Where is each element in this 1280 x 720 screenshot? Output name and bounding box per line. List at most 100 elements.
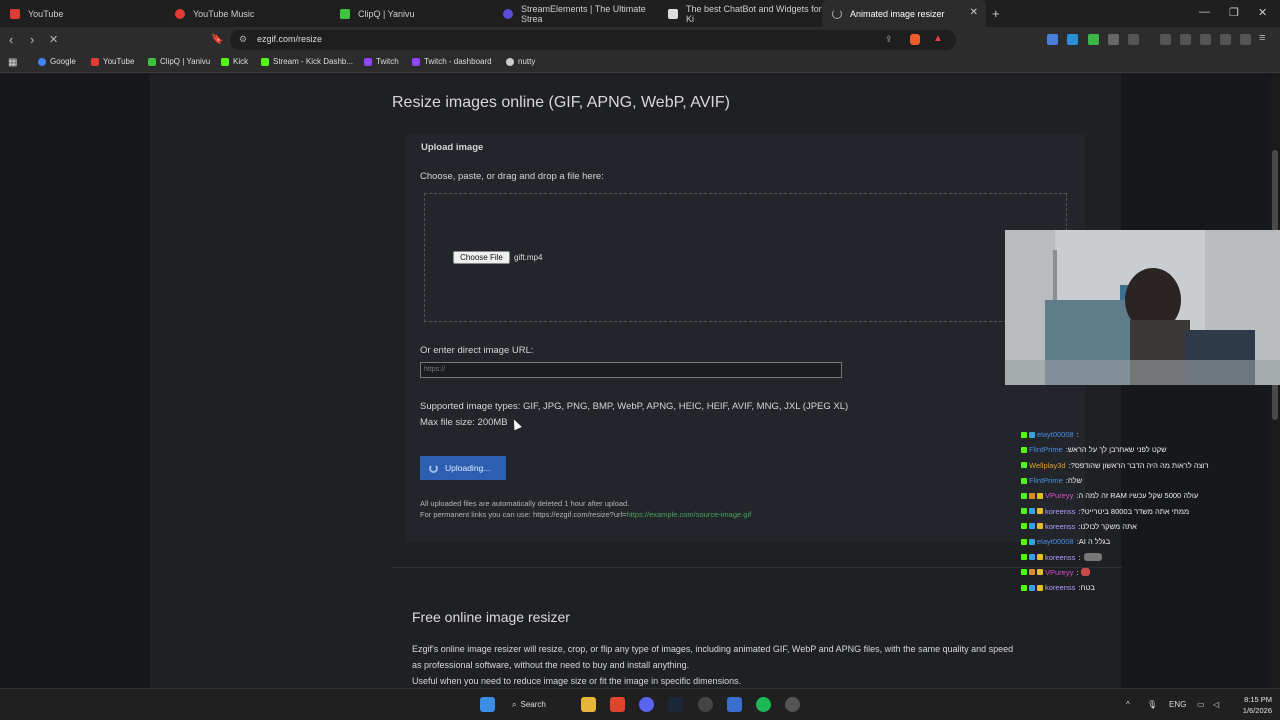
- upload-button[interactable]: Uploading...: [420, 456, 506, 480]
- bookmark-twitch[interactable]: Twitch: [364, 57, 399, 66]
- brave-rewards-icon[interactable]: ▲: [933, 33, 943, 44]
- tab-chatbot[interactable]: The best ChatBot and Widgets for Ki: [658, 0, 823, 27]
- bookmark-label: Twitch: [376, 57, 399, 66]
- menu-icon[interactable]: ≡: [1259, 32, 1265, 44]
- sidebar-icon[interactable]: [1180, 34, 1191, 45]
- description-line-2: as professional software, without the ne…: [412, 660, 690, 670]
- bookmark-clipq[interactable]: ClipQ | Yanivu: [148, 57, 210, 66]
- back-icon[interactable]: ‹: [9, 32, 13, 47]
- omnibox[interactable]: ⚙ ezgif.com/resize ⇪ ▲: [230, 30, 956, 50]
- chat-message: VPureyy:: [1021, 565, 1271, 580]
- bookmark-twitch-dashboard[interactable]: Twitch - dashboard: [412, 57, 492, 66]
- search-icon: ⌕: [512, 699, 517, 709]
- kick-badge-icon: [1021, 446, 1027, 453]
- discord-icon[interactable]: [639, 697, 654, 712]
- tab-animated-image-resizer[interactable]: Animated image resizer ✕: [822, 0, 986, 27]
- file-explorer-icon[interactable]: [581, 697, 596, 712]
- download-icon[interactable]: [1160, 34, 1171, 45]
- brave-browser-icon[interactable]: [610, 697, 625, 712]
- apps-icon[interactable]: ▦: [8, 57, 17, 68]
- bookmark-label: Stream - Kick Dashb...: [273, 57, 354, 66]
- network-icon[interactable]: ▭: [1197, 700, 1205, 709]
- image-url-input[interactable]: https://: [420, 362, 842, 378]
- bookmark-youtube[interactable]: YouTube: [91, 57, 134, 66]
- clipq-icon: [340, 8, 350, 19]
- close-window-button[interactable]: ✕: [1258, 6, 1267, 19]
- tab-label: YouTube Music: [193, 8, 255, 19]
- tab-label: The best ChatBot and Widgets for Ki: [686, 3, 822, 24]
- language-indicator[interactable]: ENG: [1169, 700, 1186, 709]
- upload-button-label: Uploading...: [445, 463, 491, 473]
- vpn-icon[interactable]: [1240, 34, 1251, 45]
- brave-shields-icon[interactable]: [910, 34, 920, 45]
- chat-message: FlintPrime: שלח: [1021, 473, 1271, 488]
- forward-icon[interactable]: ›: [30, 32, 34, 47]
- chat-message: VPureyy: עולה 5000 שקל עכשיו RAM זה למה ה: [1021, 488, 1271, 503]
- tab-streamelements[interactable]: StreamElements | The Ultimate Strea: [493, 0, 658, 27]
- kick-badge-icon: [1021, 584, 1027, 591]
- bookmark-label: Google: [50, 57, 76, 66]
- chat-text: עולה 5000 שקל עכשיו RAM זה למה ה: [1078, 491, 1199, 501]
- maximize-button[interactable]: ❐: [1229, 6, 1239, 19]
- kick-icon: [261, 57, 269, 66]
- gift-badge-icon: [1037, 508, 1043, 515]
- share-icon[interactable]: ⇪: [885, 34, 893, 45]
- new-tab-button[interactable]: +: [992, 6, 1000, 21]
- start-icon[interactable]: [480, 697, 495, 712]
- chat-separator: :: [1076, 430, 1079, 440]
- screenshot-icon[interactable]: [1128, 34, 1139, 45]
- stop-loading-icon[interactable]: ✕: [49, 33, 58, 46]
- permalink-note: For permanent links you can use: https:/…: [420, 510, 751, 519]
- spotify-icon[interactable]: [756, 697, 771, 712]
- bookmark-kick-dashboard[interactable]: Stream - Kick Dashb...: [261, 57, 353, 66]
- bookmark-google[interactable]: Google: [38, 57, 76, 66]
- close-tab-icon[interactable]: ✕: [970, 7, 978, 18]
- sub-badge-icon: [1029, 569, 1035, 576]
- url-text[interactable]: ezgif.com/resize: [257, 34, 322, 44]
- app-icon[interactable]: [727, 697, 742, 712]
- permalink-example-link[interactable]: https://example.com/source-image.gif: [627, 510, 752, 519]
- choose-file-button[interactable]: Choose File: [453, 251, 510, 264]
- puzzle-icon[interactable]: [1108, 34, 1119, 45]
- section-title: Free online image resizer: [412, 609, 570, 625]
- gift-badge-icon: [1037, 523, 1043, 530]
- extension-icon[interactable]: [1047, 34, 1058, 45]
- bookmark-nutty[interactable]: nutty: [506, 57, 535, 66]
- taskbar-search[interactable]: ⌕ Search: [512, 696, 546, 713]
- kick-badge-icon: [1021, 492, 1027, 499]
- chat-separator: :: [1076, 567, 1079, 577]
- description-line-3: Useful when you need to reduce image siz…: [412, 676, 742, 686]
- gift-badge-icon: [1037, 554, 1043, 561]
- choose-label: Choose, paste, or drag and drop a file h…: [420, 171, 604, 182]
- wallet-icon[interactable]: [1200, 34, 1211, 45]
- bookmark-label: nutty: [518, 57, 536, 66]
- steam-icon[interactable]: [668, 697, 683, 712]
- minimize-button[interactable]: —: [1199, 6, 1210, 18]
- translate-icon[interactable]: [1067, 34, 1078, 45]
- leo-ai-icon[interactable]: [1220, 34, 1231, 45]
- site-info-icon[interactable]: ⚙: [239, 34, 247, 45]
- emote-icon: [1083, 553, 1102, 562]
- bookmark-icon[interactable]: 🔖: [211, 34, 223, 45]
- address-toolbar: ‹ › ✕ 🔖 ⚙ ezgif.com/resize ⇪ ▲ ≡: [0, 27, 1280, 53]
- emote-icon: [1081, 568, 1091, 577]
- kick-badge-icon: [1021, 462, 1027, 469]
- obs-icon[interactable]: [698, 697, 713, 712]
- volume-icon[interactable]: ◁: [1213, 700, 1219, 709]
- tab-clipq[interactable]: ClipQ | Yanivu: [330, 0, 495, 27]
- app-icon[interactable]: [785, 697, 800, 712]
- bookmark-kick[interactable]: Kick: [221, 57, 248, 66]
- kick-badge-icon: [1021, 523, 1027, 530]
- bookmark-label: YouTube: [103, 57, 135, 66]
- kick-badge-icon: [1021, 569, 1027, 576]
- chevron-up-icon[interactable]: ^: [1126, 700, 1130, 709]
- tab-youtube-music[interactable]: YouTube Music: [165, 0, 330, 27]
- system-clock[interactable]: 8:15 PM 1/6/2026: [1232, 694, 1272, 716]
- kick-badge-icon: [1021, 554, 1027, 561]
- extension-green-icon[interactable]: [1088, 34, 1099, 45]
- tab-youtube[interactable]: YouTube: [0, 0, 165, 27]
- chat-text: בגלל ה AI: [1078, 537, 1111, 547]
- page-left-margin: [0, 74, 150, 688]
- microphone-icon[interactable]: 🎙: [1147, 700, 1157, 709]
- youtube-icon: [10, 8, 20, 19]
